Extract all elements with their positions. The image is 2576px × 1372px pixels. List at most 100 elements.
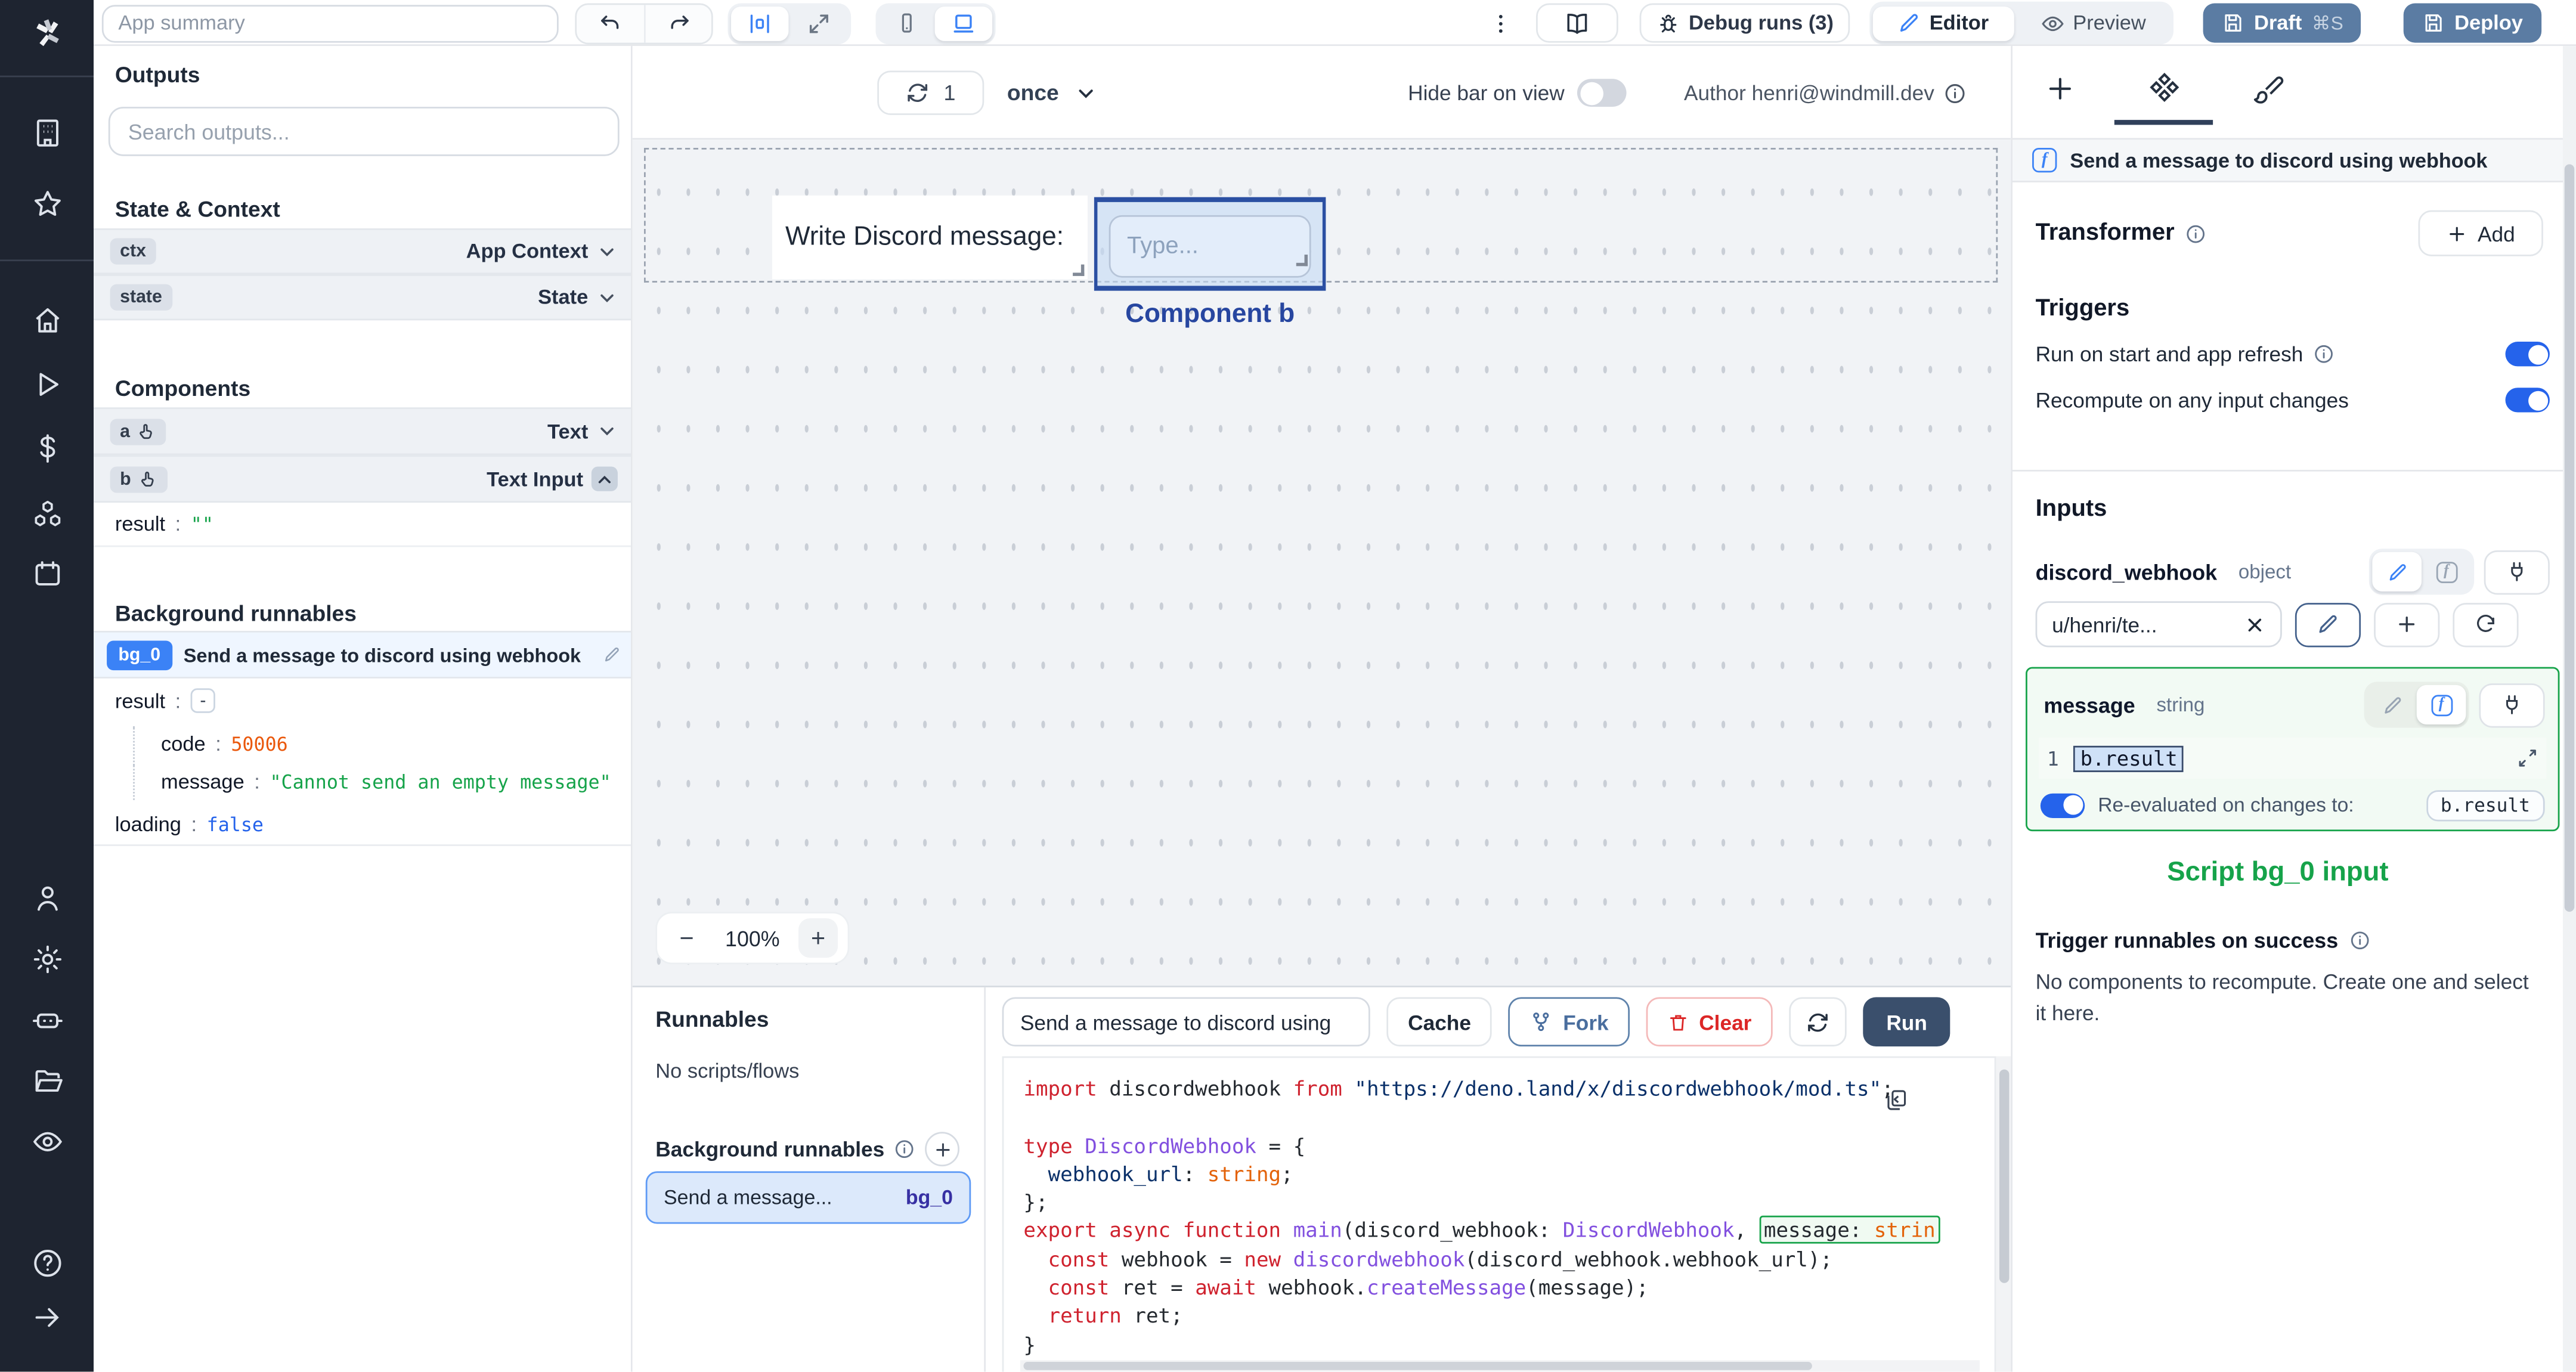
text-component-a[interactable]: Write Discord message: xyxy=(772,195,1088,280)
sidebar-users-icon[interactable] xyxy=(29,881,65,917)
centered-layout-icon xyxy=(750,14,769,33)
bg0-title: Send a message to discord using webhook xyxy=(183,643,581,667)
styling-tab[interactable] xyxy=(2250,70,2287,107)
active-tab-indicator xyxy=(2114,120,2213,125)
fullscreen-layout-button[interactable] xyxy=(790,6,847,41)
script-input-annotation: Script bg_0 input xyxy=(2167,857,2389,887)
tab-editor[interactable]: Editor xyxy=(1872,5,2014,41)
reload-resource-button[interactable] xyxy=(2453,602,2519,647)
centered-layout-button[interactable] xyxy=(731,5,789,41)
inputs-title: Inputs xyxy=(2035,496,2107,523)
app-canvas[interactable]: Write Discord message: Component b − 100… xyxy=(632,140,2011,986)
create-resource-button[interactable] xyxy=(2374,602,2440,647)
collapse-b-button[interactable] xyxy=(591,466,618,491)
expression-editor[interactable]: 1 b.result xyxy=(2039,738,2547,779)
panel-scrollbar[interactable] xyxy=(2562,46,2576,1372)
connect-input-button[interactable] xyxy=(2479,682,2545,727)
code-editor[interactable]: import discordwebhook from "https://deno… xyxy=(1002,1056,1996,1372)
sidebar-settings-icon[interactable] xyxy=(29,941,65,978)
cache-button[interactable]: Cache xyxy=(1386,997,1493,1046)
sidebar-runs-icon[interactable] xyxy=(29,366,65,402)
b-result-row[interactable]: result : "" xyxy=(94,503,631,547)
more-options-button[interactable] xyxy=(1488,4,1513,43)
copy-code-button[interactable] xyxy=(1884,1088,1909,1112)
output-row-component-a[interactable]: a Text xyxy=(94,407,631,456)
add-transformer-button[interactable]: Add xyxy=(2418,210,2543,256)
docs-button[interactable] xyxy=(1536,3,1618,43)
restart-button[interactable] xyxy=(1789,997,1847,1046)
resize-handle[interactable] xyxy=(1073,264,1085,276)
component-settings-icon xyxy=(2148,72,2178,101)
plus-icon xyxy=(936,1142,950,1156)
edit-resource-button[interactable] xyxy=(2295,602,2361,647)
reeval-label: Re-evaluated on changes to: xyxy=(2098,793,2354,817)
run-on-start-toggle[interactable] xyxy=(2505,342,2550,367)
script-name-tab[interactable]: Send a message to discord using xyxy=(1002,997,1370,1046)
insert-component-tab[interactable] xyxy=(2042,70,2079,107)
deploy-label: Deploy xyxy=(2454,11,2523,35)
redo-button[interactable] xyxy=(643,4,711,42)
sidebar-home-icon[interactable] xyxy=(29,302,65,339)
output-row-ctx[interactable]: ctx App Context xyxy=(94,228,631,275)
discord-message-input[interactable] xyxy=(1109,215,1311,278)
tab-preview[interactable]: Preview xyxy=(2016,6,2171,41)
mobile-view-button[interactable] xyxy=(879,6,933,41)
tab-preview-label: Preview xyxy=(2073,11,2146,35)
sidebar-variables-icon[interactable] xyxy=(29,431,65,467)
sidebar-workers-icon[interactable] xyxy=(29,1002,65,1039)
message-input-name: message xyxy=(2044,692,2135,717)
edit-pencil-icon xyxy=(605,648,619,662)
sidebar-resources-icon[interactable] xyxy=(29,496,65,532)
sidebar-folders-icon[interactable] xyxy=(29,1063,65,1100)
app-summary-input[interactable] xyxy=(101,4,559,42)
eval-mode-button[interactable]: f xyxy=(2416,685,2466,724)
sidebar-help-icon[interactable] xyxy=(29,1245,65,1281)
resize-handle[interactable] xyxy=(1296,255,1308,267)
fork-button[interactable]: Fork xyxy=(1509,997,1630,1046)
output-row-component-b[interactable]: b Text Input xyxy=(94,455,631,503)
static-mode-button[interactable] xyxy=(2367,685,2417,724)
zoom-in-button[interactable]: + xyxy=(798,918,838,958)
sidebar-workspace-icon[interactable] xyxy=(29,115,65,151)
hide-bar-toggle[interactable] xyxy=(1577,79,1627,107)
reeval-toggle[interactable] xyxy=(2040,792,2085,817)
bug-icon xyxy=(1659,14,1677,32)
recompute-toggle[interactable] xyxy=(2505,388,2550,413)
undo-button[interactable] xyxy=(577,4,644,42)
deploy-button[interactable]: Deploy xyxy=(2403,3,2541,43)
debug-runs-button[interactable]: Debug runs (3) xyxy=(1639,3,1850,43)
settings-tab[interactable] xyxy=(2145,70,2182,107)
bg0-runnable-item[interactable]: Send a message... bg_0 xyxy=(645,1171,971,1224)
canvas-zoom-control: − 100% + xyxy=(657,913,848,963)
collapse-result-button[interactable]: - xyxy=(190,688,216,713)
bg0-runnable-row[interactable]: bg_0 Send a message to discord using web… xyxy=(94,630,631,679)
windmill-logo-icon[interactable] xyxy=(29,15,65,51)
resource-picker[interactable]: u/henri/te... xyxy=(2035,601,2282,648)
sidebar-collapse-icon[interactable] xyxy=(29,1299,65,1336)
zoom-out-button[interactable]: − xyxy=(667,918,707,958)
connect-input-button[interactable] xyxy=(2484,549,2550,594)
sidebar-favorites-icon[interactable] xyxy=(29,185,65,222)
add-background-runnable-button[interactable] xyxy=(925,1132,961,1167)
save-icon xyxy=(2225,14,2241,32)
frequency-select[interactable]: once xyxy=(1007,70,1097,114)
clear-button[interactable]: Clear xyxy=(1646,997,1773,1046)
eval-mode-button[interactable]: f xyxy=(2422,552,2471,591)
text-input-component-b[interactable] xyxy=(1094,197,1326,291)
output-row-state[interactable]: state State xyxy=(94,274,631,321)
static-mode-button[interactable] xyxy=(2372,552,2422,591)
draft-button[interactable]: Draft ⌘S xyxy=(2203,3,2362,43)
desktop-view-button[interactable] xyxy=(934,5,993,41)
sidebar-audit-icon[interactable] xyxy=(29,1123,65,1160)
bg0-result-row[interactable]: result : - xyxy=(94,678,631,723)
code-vertical-scrollbar[interactable] xyxy=(1996,1056,2011,1372)
code-horizontal-scrollbar[interactable] xyxy=(1020,1360,1980,1372)
function-icon: f xyxy=(2032,147,2057,173)
search-outputs-input[interactable] xyxy=(108,107,620,156)
book-icon xyxy=(1567,14,1587,34)
refresh-count-button[interactable]: 1 xyxy=(877,70,984,115)
smartphone-icon xyxy=(901,13,911,33)
run-button[interactable]: Run xyxy=(1863,997,1950,1046)
deploy-icon xyxy=(2425,14,2442,32)
sidebar-schedules-icon[interactable] xyxy=(29,555,65,591)
